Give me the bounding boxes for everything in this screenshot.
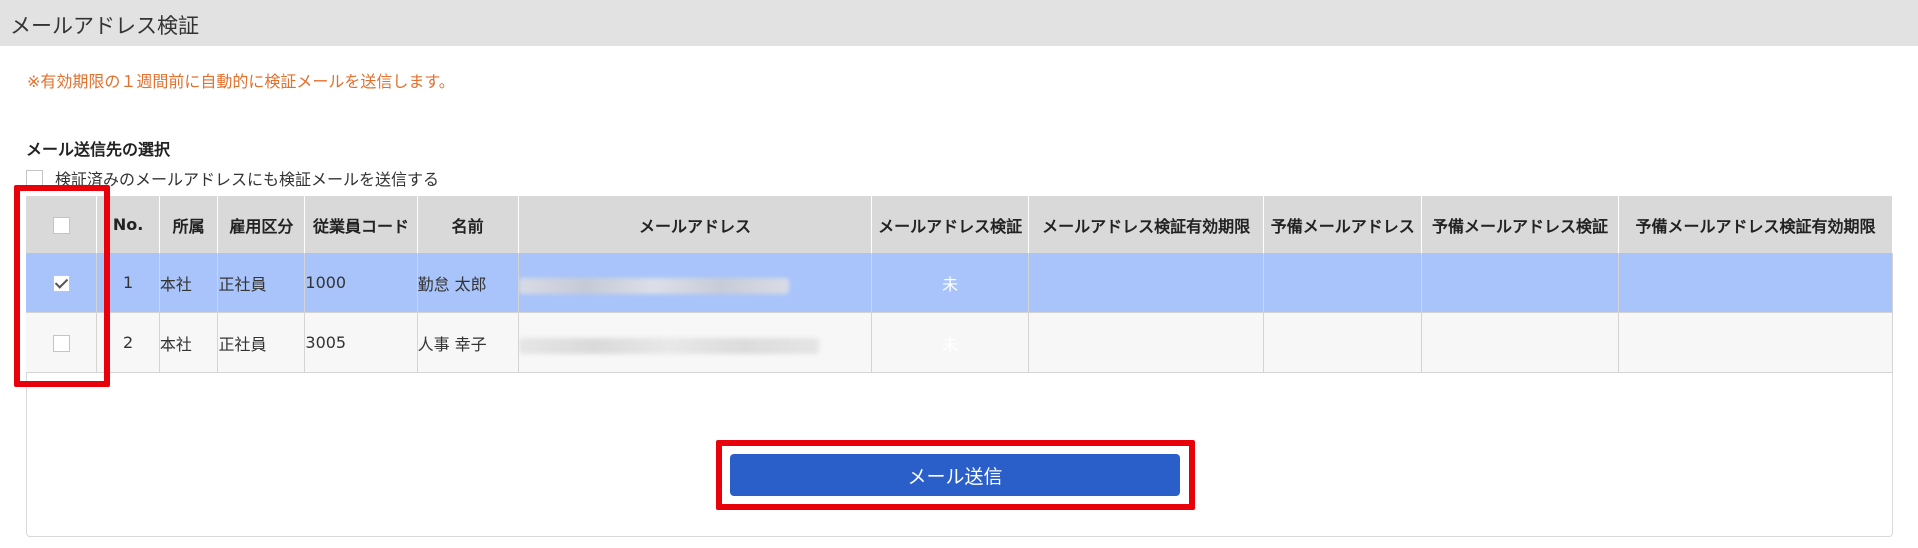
include-verified-option[interactable]: 検証済みのメールアドレスにも検証メールを送信する <box>26 167 439 189</box>
recipient-selection-title: メール送信先の選択 <box>26 140 171 159</box>
row-checkbox[interactable] <box>52 275 70 292</box>
cell-employee-code: 3005 <box>304 312 418 373</box>
employee-table: No. 所属 雇用区分 従業員コード 名前 メールアドレス メールアドレス検証 … <box>26 196 1893 373</box>
col-header-affiliation[interactable]: 所属 <box>159 196 219 253</box>
col-header-email-verification-expiry[interactable]: メールアドレス検証有効期限 <box>1028 196 1265 253</box>
col-header-email-verification[interactable]: メールアドレス検証 <box>871 196 1029 253</box>
row-select-cell <box>26 312 98 373</box>
cell-email <box>518 253 873 313</box>
cell-backup-email-verification <box>1421 253 1620 313</box>
cell-backup-email-verification-expiry <box>1618 253 1893 313</box>
select-all-header <box>26 196 98 253</box>
cell-backup-email <box>1263 312 1423 373</box>
cell-backup-email <box>1263 253 1423 313</box>
cell-employment-type: 正社員 <box>217 312 306 373</box>
redacted-email <box>518 277 789 294</box>
cell-name: 勤怠 太郎 <box>417 253 519 313</box>
table-header-row: No. 所属 雇用区分 従業員コード 名前 メールアドレス メールアドレス検証 … <box>26 196 1893 253</box>
cell-email-verification: 未 <box>871 253 1029 313</box>
cell-backup-email-verification-expiry <box>1618 312 1893 373</box>
cell-name: 人事 幸子 <box>417 312 519 373</box>
cell-employee-code: 1000 <box>304 253 418 313</box>
row-select-cell <box>26 253 98 313</box>
select-all-checkbox[interactable] <box>52 217 70 234</box>
include-verified-checkbox[interactable] <box>26 169 43 187</box>
col-header-name[interactable]: 名前 <box>417 196 519 253</box>
col-header-employee-code[interactable]: 従業員コード <box>304 196 418 253</box>
col-header-no[interactable]: No. <box>96 196 160 253</box>
cell-email-verification-expiry <box>1028 312 1265 373</box>
cell-no: 2 <box>96 312 160 373</box>
redacted-email <box>518 337 819 354</box>
cell-affiliation: 本社 <box>159 253 219 313</box>
cell-affiliation: 本社 <box>159 312 219 373</box>
col-header-email[interactable]: メールアドレス <box>518 196 873 253</box>
cell-email-verification: 未 <box>871 312 1029 373</box>
col-header-backup-email[interactable]: 予備メールアドレス <box>1263 196 1423 253</box>
auto-send-notice: ※有効期限の１週間前に自動的に検証メールを送信します。 <box>27 72 455 91</box>
page-title: メールアドレス検証 <box>10 14 199 38</box>
row-checkbox[interactable] <box>52 335 70 352</box>
cell-employment-type: 正社員 <box>217 253 306 313</box>
table-row[interactable]: 1 本社 正社員 1000 勤怠 太郎 未 <box>26 253 1893 313</box>
cell-no: 1 <box>96 253 160 313</box>
table-row[interactable]: 2 本社 正社員 3005 人事 幸子 未 <box>26 312 1893 373</box>
col-header-backup-email-verification[interactable]: 予備メールアドレス検証 <box>1421 196 1620 253</box>
include-verified-label: 検証済みのメールアドレスにも検証メールを送信する <box>55 170 440 189</box>
cell-email <box>518 312 873 373</box>
cell-email-verification-expiry <box>1028 253 1265 313</box>
col-header-employment-type[interactable]: 雇用区分 <box>217 196 306 253</box>
cell-backup-email-verification <box>1421 312 1620 373</box>
page-header: メールアドレス検証 <box>0 0 1918 46</box>
send-mail-button[interactable]: メール送信 <box>730 454 1180 496</box>
col-header-backup-email-verification-expiry[interactable]: 予備メールアドレス検証有効期限 <box>1618 196 1893 253</box>
